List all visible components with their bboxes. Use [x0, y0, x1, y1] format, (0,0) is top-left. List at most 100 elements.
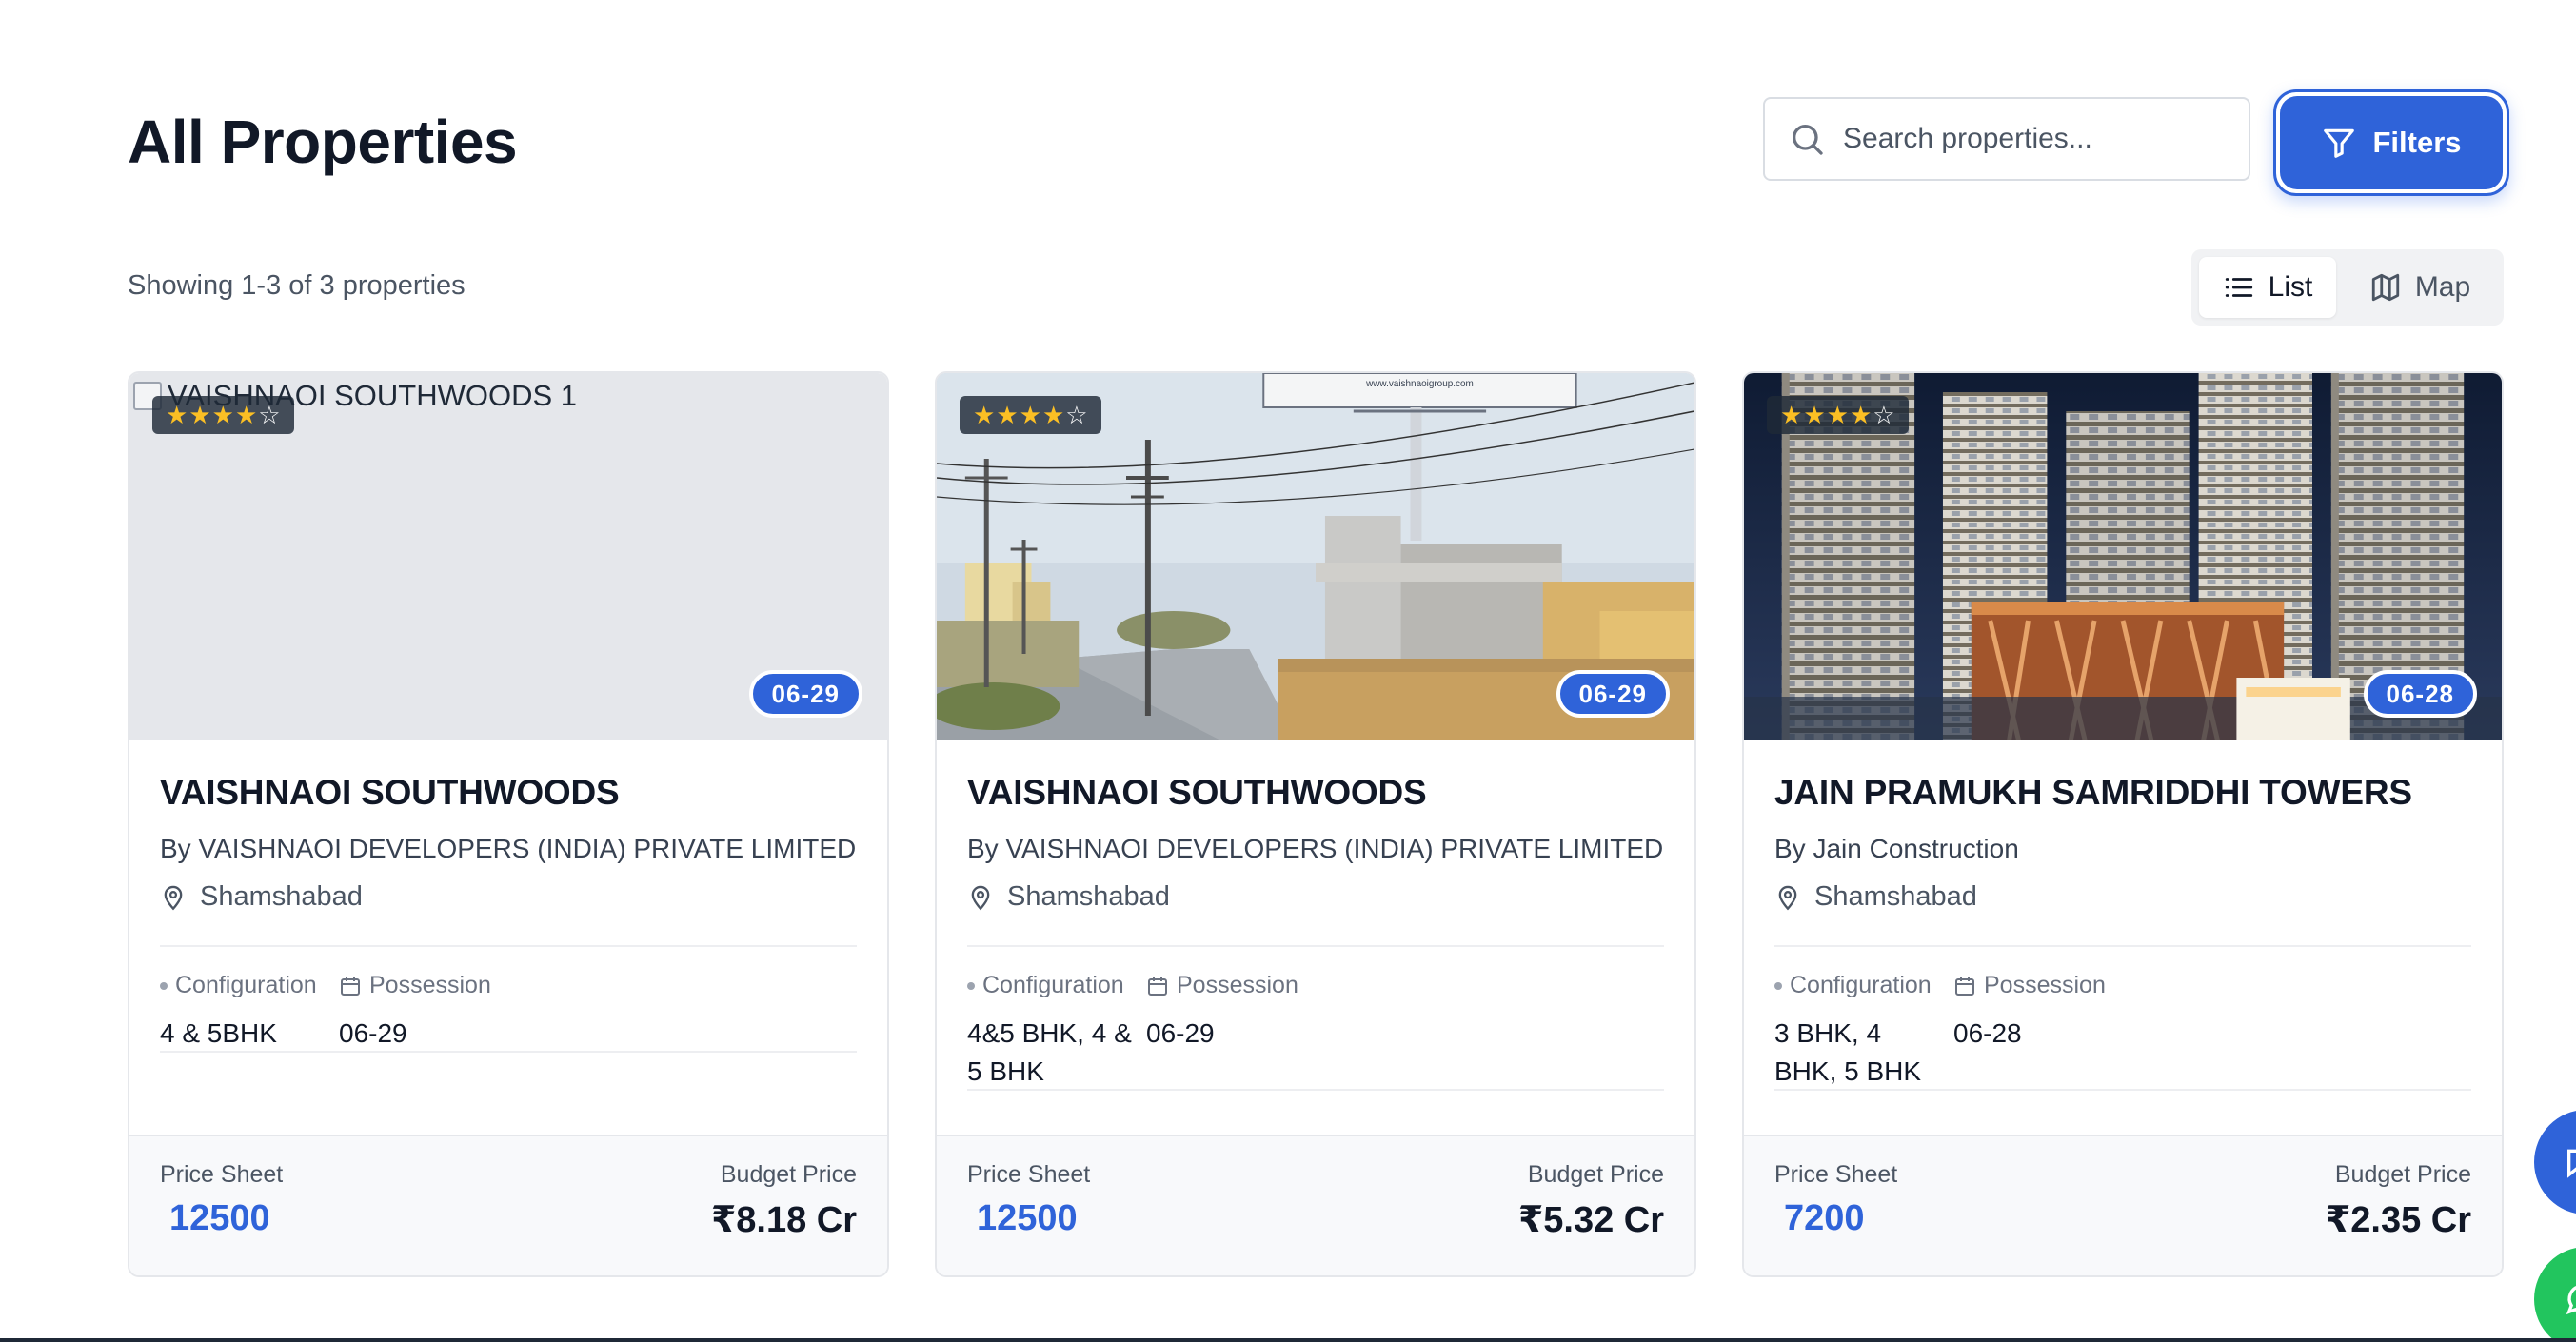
calendar-icon [341, 977, 360, 996]
calendar-icon [1955, 977, 1974, 996]
possession-date-badge: 06-28 [2363, 670, 2477, 718]
property-specs: Configuration 4 & 5BHK Possession 06-29 [160, 972, 857, 1053]
search-icon [1793, 125, 1823, 155]
budget-price-label: Budget Price [720, 1161, 857, 1188]
star-full-icon: ★ [1041, 401, 1065, 429]
map-pin-icon [164, 885, 183, 910]
budget-price-value: ₹8.18 Cr [710, 1200, 857, 1240]
whatsapp-icon [2566, 1286, 2576, 1315]
developer-name: By VAISHNAOI DEVELOPERS (INDIA) PRIVATE … [967, 834, 1664, 863]
configuration-value: 3 BHK, 4 BHK, 5 BHK [1774, 1018, 1922, 1086]
budget-price-value: ₹2.35 Cr [2325, 1200, 2471, 1240]
possession-label: Possession [339, 972, 491, 999]
bed-icon [967, 981, 975, 990]
configuration-value: 4 & 5BHK [160, 1018, 277, 1048]
property-image[interactable]: VAISHNAOI SOUTHWOODS 1 ★ ★ ★ ★ ☆ 06-29 [129, 373, 887, 740]
filter-icon [2324, 128, 2355, 158]
property-specs: Configuration 4&5 BHK, 4 & 5 BHK Possess… [967, 972, 1664, 1091]
property-name[interactable]: VAISHNAOI SOUTHWOODS [160, 773, 857, 813]
divider [967, 1089, 1664, 1091]
star-empty-icon: ☆ [258, 401, 281, 429]
property-name[interactable]: JAIN PRAMUKH SAMRIDDHI TOWERS [1774, 773, 2471, 813]
developer-name: By Jain Construction [1774, 834, 2019, 863]
bed-icon [160, 981, 168, 990]
star-full-icon: ★ [1849, 401, 1873, 429]
properties-page: All Properties Filters Showing 1-3 of 3 … [0, 0, 2576, 1342]
bottom-edge [0, 1338, 2576, 1342]
rating-badge: ★ ★ ★ ★ ☆ [960, 396, 1101, 434]
star-empty-icon: ☆ [1065, 401, 1088, 429]
star-full-icon: ★ [166, 401, 188, 429]
possession-label: Possession [1146, 972, 1298, 999]
possession-date-badge: 06-29 [748, 670, 862, 718]
divider [967, 945, 1664, 947]
possession-value: 06-29 [1146, 1018, 1215, 1048]
divider [1774, 945, 2471, 947]
star-full-icon: ★ [188, 401, 211, 429]
property-card[interactable]: VAISHNAOI SOUTHWOODS 1 ★ ★ ★ ★ ☆ 06-29 V… [128, 371, 889, 1277]
rating-badge: ★ ★ ★ ★ ☆ [1767, 396, 1909, 434]
search-input[interactable] [1843, 123, 2243, 155]
divider [160, 945, 857, 947]
whatsapp-button[interactable] [2534, 1247, 2576, 1342]
divider [160, 1051, 857, 1053]
map-pin-icon [971, 885, 990, 910]
price-sheet-label: Price Sheet [1774, 1161, 1898, 1188]
possession-label: Possession [1953, 972, 2106, 999]
page-title: All Properties [128, 108, 518, 176]
star-full-icon: ★ [211, 401, 234, 429]
property-image[interactable]: ★ ★ ★ ★ ☆ 06-28 [1744, 373, 2502, 740]
calendar-icon [1148, 977, 1167, 996]
star-full-icon: ★ [1019, 401, 1041, 429]
chat-icon [2567, 1149, 2576, 1178]
configuration-value: 4&5 BHK, 4 & 5 BHK [967, 1018, 1132, 1086]
star-full-icon: ★ [234, 401, 258, 429]
map-view-button[interactable]: Map [2344, 257, 2496, 318]
card-footer: Price Sheet 12500 Budget Price ₹5.32 Cr [937, 1135, 1694, 1275]
star-empty-icon: ☆ [1873, 401, 1895, 429]
map-label: Map [2414, 271, 2471, 303]
budget-price-label: Budget Price [1527, 1161, 1664, 1188]
star-full-icon: ★ [1780, 401, 1803, 429]
search-box[interactable] [1763, 97, 2250, 181]
property-card[interactable]: www.vaishnaoigroup.com ★ ★ ★ ★ ☆ 06-29 V… [935, 371, 1696, 1277]
card-footer: Price Sheet 12500 Budget Price ₹8.18 Cr [129, 1135, 887, 1275]
property-location: Shamshabad [1774, 881, 2471, 913]
property-card[interactable]: ★ ★ ★ ★ ☆ 06-28 JAIN PRAMUKH SAMRIDDHI T… [1742, 371, 2504, 1277]
property-image[interactable]: www.vaishnaoigroup.com ★ ★ ★ ★ ☆ 06-29 [937, 373, 1694, 740]
chat-button[interactable] [2534, 1110, 2576, 1214]
star-full-icon: ★ [973, 401, 996, 429]
star-full-icon: ★ [996, 401, 1019, 429]
map-icon [2371, 273, 2399, 302]
price-sheet-label: Price Sheet [160, 1161, 284, 1188]
budget-price-label: Budget Price [2334, 1161, 2471, 1188]
card-footer: Price Sheet 7200 Budget Price ₹2.35 Cr [1744, 1135, 2502, 1275]
property-location: Shamshabad [967, 881, 1664, 913]
property-location: Shamshabad [160, 881, 857, 913]
price-sheet-value[interactable]: 7200 [1784, 1198, 1897, 1239]
view-toggle: List Map [2191, 249, 2504, 326]
star-full-icon: ★ [1803, 401, 1826, 429]
map-pin-icon [1778, 885, 1797, 910]
configuration-label: Configuration [967, 972, 1146, 999]
results-count: Showing 1-3 of 3 properties [128, 270, 466, 301]
list-label: List [2268, 271, 2313, 303]
price-sheet-value[interactable]: 12500 [977, 1198, 1090, 1239]
filters-button-focus-ring: Filters [2273, 89, 2509, 196]
filters-button[interactable]: Filters [2280, 96, 2503, 189]
rating-badge: ★ ★ ★ ★ ☆ [152, 396, 294, 434]
price-sheet-label: Price Sheet [967, 1161, 1091, 1188]
list-view-button[interactable]: List [2199, 257, 2336, 318]
star-full-icon: ★ [1826, 401, 1849, 429]
bed-icon [1774, 981, 1782, 990]
configuration-label: Configuration [1774, 972, 1953, 999]
price-sheet-value[interactable]: 12500 [169, 1198, 283, 1239]
filters-label: Filters [2372, 126, 2462, 159]
possession-value: 06-28 [1953, 1018, 2022, 1048]
divider [1774, 1089, 2471, 1091]
list-icon [2225, 278, 2252, 297]
developer-name: By VAISHNAOI DEVELOPERS (INDIA) PRIVATE … [160, 834, 857, 863]
property-name[interactable]: VAISHNAOI SOUTHWOODS [967, 773, 1664, 813]
budget-price-value: ₹5.32 Cr [1517, 1200, 1664, 1240]
possession-value: 06-29 [339, 1018, 407, 1048]
